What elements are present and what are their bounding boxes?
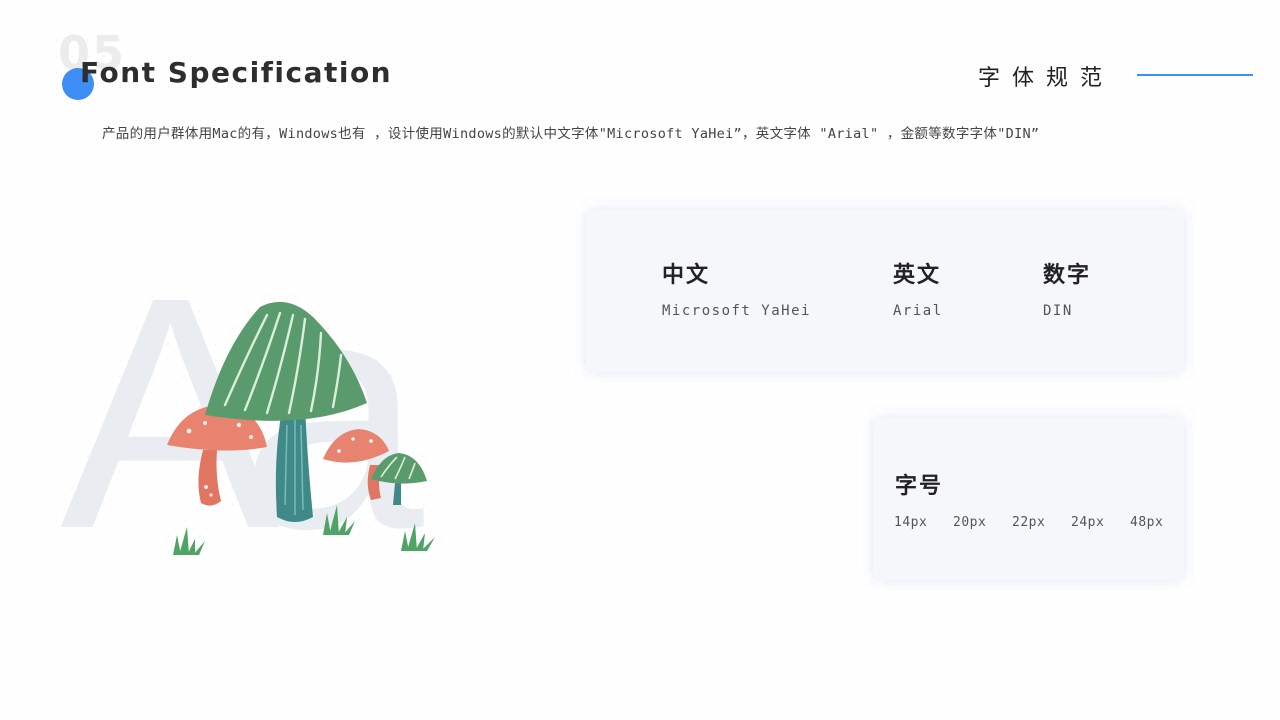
- font-size-item: 14px: [894, 515, 928, 530]
- chinese-title: 字体规范: [978, 66, 1115, 91]
- font-column-label: 数字: [1043, 263, 1092, 288]
- font-column-value: Arial: [893, 303, 943, 319]
- title-accent-line: [1137, 74, 1253, 76]
- font-column-label: 英文: [893, 263, 942, 288]
- font-column-value: DIN: [1043, 303, 1073, 319]
- page-title: Font Specification: [80, 56, 393, 89]
- font-size-label: 字号: [895, 474, 944, 499]
- font-column-chinese: 中文 Microsoft YaHei: [662, 257, 811, 319]
- font-size-item: 48px: [1130, 515, 1164, 530]
- mushroom-illustration: Aa: [60, 255, 466, 565]
- font-size-item: 24px: [1071, 515, 1105, 530]
- font-column-label: 中文: [662, 263, 711, 288]
- description-text: 产品的用户群体用Mac的有，Windows也有 ，设计使用Windows的默认中…: [102, 126, 1040, 142]
- grass-tuft-right: [401, 523, 435, 551]
- font-size-item: 22px: [1012, 515, 1046, 530]
- font-column-number: 数字 DIN: [1043, 257, 1091, 319]
- font-size-card: 字号 14px 20px 22px 24px 48px: [873, 418, 1184, 580]
- font-size-item: 20px: [953, 515, 987, 530]
- font-size-list: 14px 20px 22px 24px 48px: [894, 515, 1189, 530]
- font-column-value: Microsoft YaHei: [662, 303, 811, 319]
- font-family-card: 中文 Microsoft YaHei 英文 Arial 数字 DIN: [586, 210, 1184, 372]
- font-column-english: 英文 Arial: [893, 257, 943, 319]
- small-green-mushroom-stem: [393, 483, 401, 505]
